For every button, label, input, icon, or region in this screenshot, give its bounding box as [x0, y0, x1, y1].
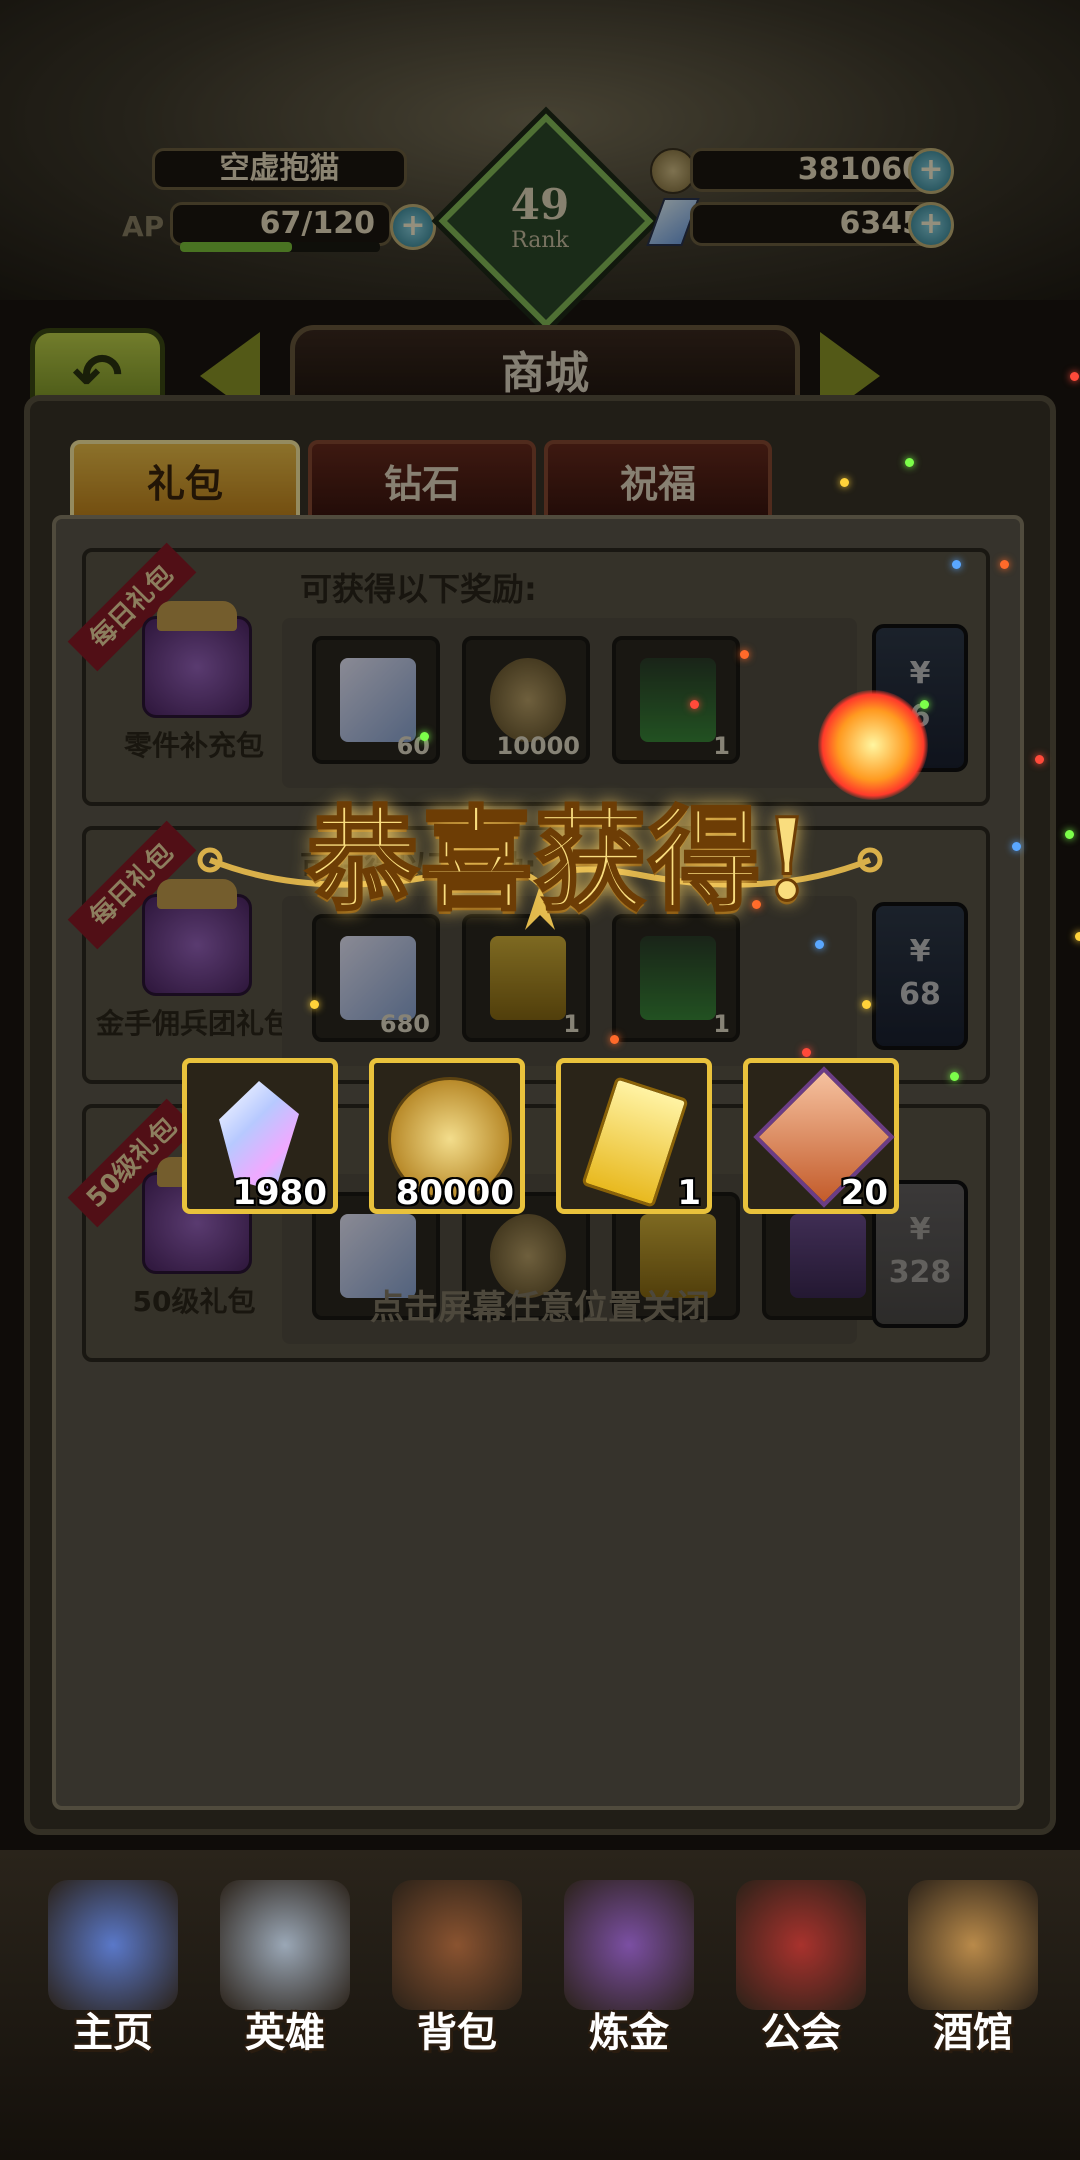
nav-label: 背包	[417, 2010, 497, 2056]
firework-effects	[0, 0, 1080, 2160]
spark	[950, 1072, 959, 1081]
spark	[840, 478, 849, 487]
spark	[1012, 842, 1021, 851]
alchemy-flask-icon	[564, 1880, 694, 2010]
spark	[1075, 932, 1080, 941]
nav-item-1[interactable]: 英雄	[200, 1880, 370, 2070]
nav-label: 炼金	[589, 2010, 669, 2056]
reward-count: 80000	[395, 1173, 514, 1213]
nav-item-0[interactable]: 主页	[28, 1880, 198, 2070]
spark	[952, 560, 961, 569]
nav-label: 英雄	[245, 2010, 325, 2056]
spark	[862, 1000, 871, 1009]
knight-helmet-icon	[220, 1880, 350, 2010]
reward-slot: 20	[743, 1058, 899, 1214]
spark	[802, 1048, 811, 1057]
spark	[1035, 755, 1044, 764]
spark	[1000, 560, 1009, 569]
nav-item-4[interactable]: 公会	[716, 1880, 886, 2070]
nav-item-5[interactable]: 酒馆	[888, 1880, 1058, 2070]
spark	[690, 700, 699, 709]
tavern-icon	[908, 1880, 1038, 2010]
nav-item-2[interactable]: 背包	[372, 1880, 542, 2070]
ticket-icon	[581, 1076, 689, 1208]
spark	[610, 1035, 619, 1044]
reward-slot: 1	[556, 1058, 712, 1214]
reward-slot: 80000	[369, 1058, 525, 1214]
nav-label: 公会	[761, 2010, 841, 2056]
reward-count: 1980	[232, 1173, 327, 1213]
nav-label: 主页	[73, 2010, 153, 2056]
nav-item-3[interactable]: 炼金	[544, 1880, 714, 2070]
spark	[1065, 830, 1074, 839]
reward-count: 1	[677, 1173, 701, 1213]
nav-label: 酒馆	[933, 2010, 1013, 2056]
spark	[920, 700, 929, 709]
castle-icon	[48, 1880, 178, 2010]
backpack-icon	[392, 1880, 522, 2010]
guild-shield-icon	[736, 1880, 866, 2010]
tap-to-close-hint: 点击屏幕任意位置关闭	[370, 1288, 710, 1328]
reward-slot: 1980	[182, 1058, 338, 1214]
spark	[1070, 372, 1079, 381]
spark	[905, 458, 914, 467]
spark	[740, 650, 749, 659]
reward-count: 20	[840, 1173, 888, 1213]
congrats-title: 恭喜获得!	[305, 794, 814, 928]
spark	[310, 1000, 319, 1009]
spark	[420, 732, 429, 741]
spark	[815, 940, 824, 949]
